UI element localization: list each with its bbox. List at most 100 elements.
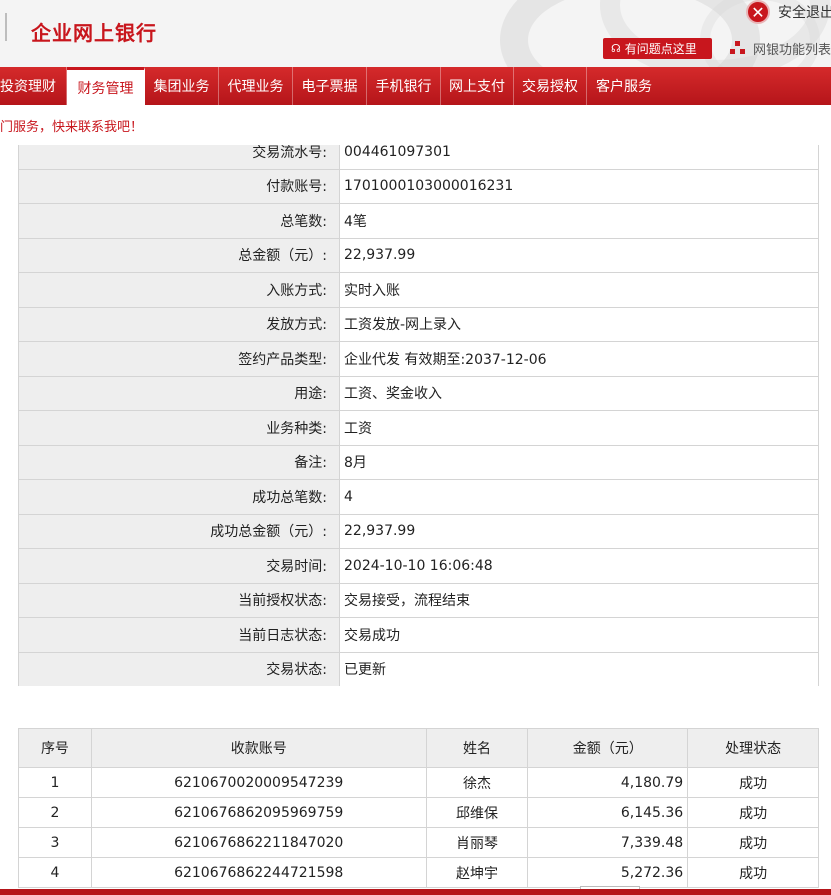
cell-account: 6210676862095969759 (90, 797, 427, 828)
help-button[interactable]: ☊ 有问题点这里 (603, 38, 712, 59)
detail-label: 当前授权状态: (18, 582, 340, 618)
detail-row: 用途: 工资、奖金收入 (18, 375, 819, 411)
nav-item-label: 电子票据 (301, 79, 358, 95)
detail-value: 004461097301 (339, 145, 819, 170)
detail-value: 交易接受，流程结束 (339, 582, 819, 618)
detail-label: 付款账号: (18, 168, 340, 204)
detail-label: 交易状态: (18, 651, 340, 686)
detail-row: 交易时间: 2024-10-10 16:06:48 (18, 548, 819, 584)
detail-label: 业务种类: (18, 410, 340, 446)
detail-value: 工资 (339, 410, 819, 446)
detail-label: 签约产品类型: (18, 341, 340, 377)
cell-amount: 5,272.36 (527, 857, 689, 888)
main-nav: 投资理财 财务管理 集团业务 代理业务 电子票据 手机银行 网上支付 交易授权 … (0, 67, 831, 105)
detail-value: 已更新 (339, 651, 819, 686)
recipient-table: 序号 收款账号 姓名 金额（元） 处理状态 1 62106700200095472… (18, 728, 819, 888)
detail-value: 工资发放-网上录入 (339, 306, 819, 342)
cell-seq: 4 (18, 857, 92, 888)
detail-label: 总金额（元）: (18, 237, 340, 273)
table-row: 1 6210670020009547239 徐杰 4,180.79 成功 (18, 767, 819, 798)
help-label: 有问题点这里 (624, 42, 697, 56)
logout-label: 安全退出 (778, 5, 831, 21)
cell-name: 肖丽琴 (425, 827, 529, 858)
nav-item-label: 手机银行 (375, 79, 432, 95)
detail-value: 实时入账 (339, 272, 819, 308)
column-header-name: 姓名 (425, 728, 529, 768)
detail-row: 签约产品类型: 企业代发 有效期至:2037-12-06 (18, 341, 819, 377)
cell-status: 成功 (687, 857, 819, 888)
nav-item-mobile[interactable]: 手机银行 (367, 67, 441, 105)
app-root: 企业网上银行 ✕ 安全退出 ☊ 有问题点这里 网银功能列表 投资理财 财务管理 … (0, 0, 831, 895)
cell-account: 6210676862244721598 (90, 857, 427, 888)
detail-label: 入账方式: (18, 272, 340, 308)
cell-name: 徐杰 (425, 767, 529, 798)
nav-item-invest[interactable]: 投资理财 (0, 67, 67, 105)
detail-row: 发放方式: 工资发放-网上录入 (18, 306, 819, 342)
nav-item-ebill[interactable]: 电子票据 (293, 67, 367, 105)
detail-panel: 交易流水号: 004461097301 付款账号: 17010001030000162… (18, 145, 819, 686)
cell-status: 成功 (687, 767, 819, 798)
cell-amount: 6,145.36 (527, 797, 689, 828)
detail-value: 工资、奖金收入 (339, 375, 819, 411)
cell-amount: 7,339.48 (527, 827, 689, 858)
detail-row: 备注: 8月 (18, 444, 819, 480)
detail-label: 交易流水号: (18, 145, 340, 170)
nav-item-auth[interactable]: 交易授权 (514, 67, 587, 105)
detail-value: 8月 (339, 444, 819, 480)
nav-item-label: 财务管理 (77, 80, 134, 97)
detail-value: 企业代发 有效期至:2037-12-06 (339, 341, 819, 377)
detail-label: 备注: (18, 444, 340, 480)
detail-label: 交易时间: (18, 548, 340, 584)
sitemap-icon (730, 41, 746, 55)
brand-title: 企业网上银行 (31, 21, 157, 45)
detail-row: 当前授权状态: 交易接受，流程结束 (18, 582, 819, 618)
nav-item-group[interactable]: 集团业务 (145, 67, 219, 105)
cell-seq: 2 (18, 797, 92, 828)
detail-row: 交易流水号: 004461097301 (18, 145, 819, 170)
table-row: 4 6210676862244721598 赵坤宇 5,272.36 成功 (18, 857, 819, 888)
detail-row: 交易状态: 已更新 (18, 651, 819, 686)
nav-item-label: 投资理财 (0, 79, 56, 95)
detail-value: 1701000103000016231 (339, 168, 819, 204)
cell-seq: 3 (18, 827, 92, 858)
nav-item-label: 集团业务 (153, 79, 210, 95)
detail-row: 总金额（元）: 22,937.99 (18, 237, 819, 273)
notice-text: 门服务，快来联系我吧！ (0, 119, 144, 135)
sitemap-link[interactable]: 网银功能列表 (730, 38, 831, 58)
nav-item-agency[interactable]: 代理业务 (219, 67, 293, 105)
detail-row: 当前日志状态: 交易成功 (18, 617, 819, 653)
cell-seq: 1 (18, 767, 92, 798)
cell-status: 成功 (687, 827, 819, 858)
nav-item-finance[interactable]: 财务管理 (67, 67, 145, 105)
cell-account: 6210670020009547239 (90, 767, 427, 798)
footer-bar (0, 889, 831, 895)
table-header-row: 序号 收款账号 姓名 金额（元） 处理状态 (18, 728, 819, 768)
detail-row: 业务种类: 工资 (18, 410, 819, 446)
nav-item-label: 代理业务 (227, 79, 284, 95)
detail-label: 总笔数: (18, 203, 340, 239)
column-header-status: 处理状态 (687, 728, 819, 768)
detail-value: 4笔 (339, 203, 819, 239)
logout-button[interactable]: ✕ 安全退出 (746, 0, 831, 24)
column-header-account: 收款账号 (90, 728, 427, 768)
detail-value: 2024-10-10 16:06:48 (339, 548, 819, 584)
close-icon: ✕ (746, 0, 770, 24)
notice-marquee: 门服务，快来联系我吧！ (0, 105, 831, 145)
cell-amount: 4,180.79 (527, 767, 689, 798)
transaction-detail-table: 交易流水号: 004461097301 付款账号: 17010001030000162… (18, 145, 819, 686)
detail-row: 成功总金额（元）: 22,937.99 (18, 513, 819, 549)
table-row: 2 6210676862095969759 邱维保 6,145.36 成功 (18, 797, 819, 828)
cell-account: 6210676862211847020 (90, 827, 427, 858)
detail-value: 22,937.99 (339, 513, 819, 549)
nav-item-pay[interactable]: 网上支付 (441, 67, 514, 105)
detail-label: 用途: (18, 375, 340, 411)
detail-row: 付款账号: 1701000103000016231 (18, 168, 819, 204)
table-row: 3 6210676862211847020 肖丽琴 7,339.48 成功 (18, 827, 819, 858)
detail-row: 成功总笔数: 4 (18, 479, 819, 515)
nav-item-service[interactable]: 客户服务 (587, 67, 661, 105)
detail-label: 当前日志状态: (18, 617, 340, 653)
detail-label: 成功总金额（元）: (18, 513, 340, 549)
detail-row: 入账方式: 实时入账 (18, 272, 819, 308)
detail-value: 4 (339, 479, 819, 515)
brand-divider (5, 13, 7, 41)
